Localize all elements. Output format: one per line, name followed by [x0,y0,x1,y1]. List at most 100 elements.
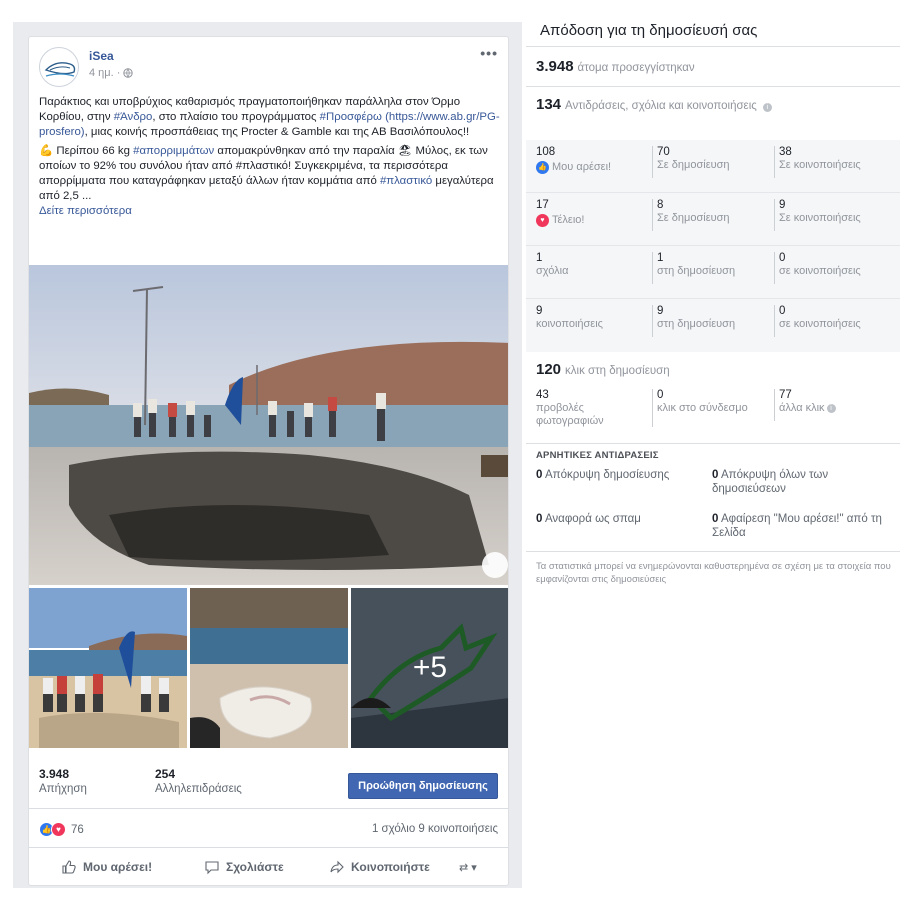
divider [526,46,900,47]
beach-emoji: 🏖 [397,145,413,157]
hide-all-posts-label: Απόκρυψη όλων των δημοσιεύσεων [712,469,829,495]
engagements-value: 134 [536,96,562,113]
photo-thumbnail-more[interactable]: +5 [351,588,508,748]
reactions-count: 76 [71,823,84,836]
link-clicks-value: 0 [657,389,664,401]
comments-total: 1 σχόλια [536,252,646,278]
globe-icon [123,68,134,78]
shares-on-shares: 0 σε κοινοποιήσεις [774,305,884,337]
loves-on-post: 8 Σε δημοσίευση [652,199,762,231]
comments-on-shares-value: 0 [779,252,786,264]
info-icon[interactable]: i [826,403,836,413]
hide-all-posts-value: 0 [712,469,719,481]
comments-on-post-label: στη δημοσίευση [657,265,736,277]
like-label: Μου αρέσει! [83,860,153,874]
text-segment: Περίπου 66 kg [53,145,134,157]
photo-thumbnail[interactable] [29,588,187,748]
likes-on-post-value: 70 [657,146,670,158]
text-segment: , στο πλαίσιο του προγράμματος [152,111,320,123]
loves-total-label-wrap: ♥ Τέλειο! [536,214,646,227]
likes-row: 108 👍 Μου αρέσει! 70 Σε δημοσίευση 38 Σε … [526,140,900,193]
see-more-link[interactable]: Δείτε περισσότερα [39,205,132,217]
link-clicks: 0 κλικ στο σύνδεσμο [652,389,762,427]
other-clicks-label-wrap: άλλα κλικ i [779,402,884,415]
comments-total-value: 1 [536,252,543,264]
performance-panel: Απόδοση για τη δημοσίευσή σας 3.948 άτομ… [526,16,900,601]
comments-shares-count[interactable]: 1 σχόλιο 9 κοινοποιήσεις [372,823,498,835]
loves-total: 17 ♥ Τέλειο! [536,199,646,227]
divider [526,551,900,552]
share-arrow-icon [330,860,344,874]
negative-feedback-title: ΑΡΝΗΤΙΚΕΣ ΑΝΤΙΔΡΑΣΕΙΣ [536,450,659,461]
page-name-link[interactable]: iSea [89,49,114,63]
love-reaction-icon: ♥ [51,822,66,837]
likes-on-shares-label: Σε κοινοποιήσεις [779,159,861,171]
people-reached-label: άτομα προσεγγίστηκαν [577,62,695,74]
reach-stat[interactable]: 3.948 Απήχηση [39,767,87,795]
shares-total-value: 9 [536,305,543,317]
like-reaction-icon: 👍 [536,161,549,174]
photo-views: 43 προβολές φωτογραφιών [536,389,646,428]
comments-on-shares: 0 σε κοινοποιήσεις [774,252,884,284]
engagements-row: 134 Αντιδράσεις, σχόλια και κοινοποιήσει… [536,96,772,113]
chevron-down-icon: ▾ [468,862,477,874]
main-photo[interactable] [29,265,508,585]
reach-label: Απήχηση [39,783,87,795]
post-timestamp[interactable]: 4 ημ. · [89,67,134,79]
unlike-page-value: 0 [712,513,719,525]
post-clicks-label: κλικ στη δημοσίευση [565,365,670,377]
page-avatar[interactable] [39,47,79,87]
comment-button[interactable]: Σχολιάστε [204,859,284,875]
boost-post-button[interactable]: Προώθηση δημοσίευσης [348,773,498,799]
panel-title: Απόδοση για τη δημοσίευσή σας [540,22,758,39]
reaction-summary: 👍 ♥ 76 1 σχόλιο 9 κοινοποιήσεις [29,810,508,848]
text-segment: απομακρύνθηκαν από την παραλία [214,145,398,157]
share-button[interactable]: Κοινοποιήστε [329,859,430,875]
hashtag-link[interactable]: #απορριμμάτων [133,145,214,157]
likes-total-label-wrap: 👍 Μου αρέσει! [536,161,646,174]
text-segment: , μιας κοινής προσπάθειας της Procter & … [84,126,470,138]
more-photos-count: +5 [351,588,508,748]
report-spam-stat: 0 Αναφορά ως σπαμ [536,512,716,526]
likes-on-shares-value: 38 [779,146,792,158]
people-reached-value: 3.948 [536,58,574,75]
loves-total-label: Τέλειο! [552,214,585,226]
likes-total-value: 108 [536,146,556,158]
likes-total: 108 👍 Μου αρέσει! [536,146,646,174]
like-button[interactable]: Μου αρέσει! [61,859,152,875]
shares-row: 9 κοινοποιήσεις 9 στη δημοσίευση 0 σε κο… [526,299,900,352]
shares-on-shares-value: 0 [779,305,786,317]
post-paragraph-1: Παράκτιος και υποβρύχιος καθαρισμός πραγ… [39,95,501,140]
audience-selector[interactable]: ⇄ ▾ [459,861,477,874]
post-clicks-section: 120 κλικ στη δημοσίευση 43 προβολές φωτο… [526,361,900,441]
post-options-button[interactable]: ••• [480,45,498,61]
likes-on-post-label: Σε δημοσίευση [657,159,730,171]
comment-icon [205,861,219,875]
hashtag-link[interactable]: #πλαστικό [380,175,432,187]
info-icon[interactable]: i [762,103,772,112]
loves-on-post-label: Σε δημοσίευση [657,212,730,224]
loves-row: 17 ♥ Τέλειο! 8 Σε δημοσίευση 9 Σε κοινοπο… [526,193,900,246]
post-card: iSea 4 ημ. · ••• Παράκτιος και υποβρύχιο… [28,36,509,886]
post-time: 4 ημ. · [89,67,121,79]
engagements-label: Αντιδράσεις, σχόλια και κοινοποιήσεις [565,100,757,112]
engagement-label: Αλληλεπιδράσεις [155,783,242,795]
other-clicks: 77 άλλα κλικ i [774,389,884,421]
love-reaction-icon: ♥ [536,214,549,227]
likes-on-shares: 38 Σε κοινοποιήσεις [774,146,884,178]
photo-thumbnails: +5 [29,588,508,748]
thumbs-up-icon [62,860,76,874]
loves-on-shares-value: 9 [779,199,786,211]
loves-on-post-value: 8 [657,199,664,211]
loves-total-value: 17 [536,199,549,211]
stats-footnote: Τα στατιστικά μπορεί να ενημερώνονται κα… [536,561,891,585]
report-spam-value: 0 [536,513,543,525]
shares-on-post: 9 στη δημοσίευση [652,305,762,337]
hashtag-link[interactable]: #Άνδρο [114,111,153,123]
reaction-icons[interactable]: 👍 ♥ 76 [39,822,84,837]
audience-icon: ⇄ [459,862,469,874]
photo-thumbnail[interactable] [190,588,348,748]
post-paragraph-2: 💪 Περίπου 66 kg #απορριμμάτων απομακρύνθ… [39,144,501,219]
people-reached-row: 3.948 άτομα προσεγγίστηκαν [536,58,695,75]
engagement-stat[interactable]: 254 Αλληλεπιδράσεις [155,767,242,795]
